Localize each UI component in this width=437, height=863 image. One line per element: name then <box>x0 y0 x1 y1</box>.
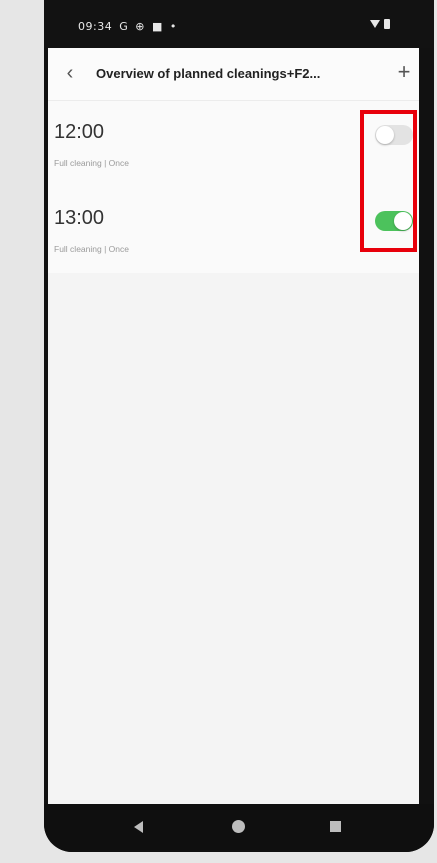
wifi-icon <box>370 20 380 28</box>
schedule-subtitle: Full cleaning | Once <box>54 244 129 254</box>
home-icon[interactable] <box>232 820 245 833</box>
status-right <box>370 19 390 29</box>
back-icon[interactable]: ‹ <box>60 63 80 83</box>
dot-icon: • <box>169 20 177 33</box>
battery-icon <box>384 19 390 29</box>
page-title: Overview of planned cleanings+F2... <box>96 66 321 81</box>
sync-icon: ⊕ <box>135 20 145 33</box>
add-icon[interactable]: + <box>393 61 415 83</box>
google-icon: G <box>119 20 129 33</box>
back-icon[interactable] <box>134 821 143 833</box>
app-header: ‹ Overview of planned cleanings+F2... + <box>48 48 419 101</box>
system-nav-bar <box>44 804 434 852</box>
schedule-time: 13:00 <box>54 207 105 229</box>
schedule-time: 12:00 <box>54 121 105 143</box>
highlight-box <box>360 110 417 252</box>
status-left: 09:34 G ⊕ ■ • <box>78 20 177 33</box>
notification-icon: ■ <box>151 20 163 33</box>
status-bar: 09:34 G ⊕ ■ • <box>44 0 434 48</box>
recents-icon[interactable] <box>330 821 341 832</box>
status-time: 09:34 <box>78 20 113 33</box>
schedule-subtitle: Full cleaning | Once <box>54 158 129 168</box>
